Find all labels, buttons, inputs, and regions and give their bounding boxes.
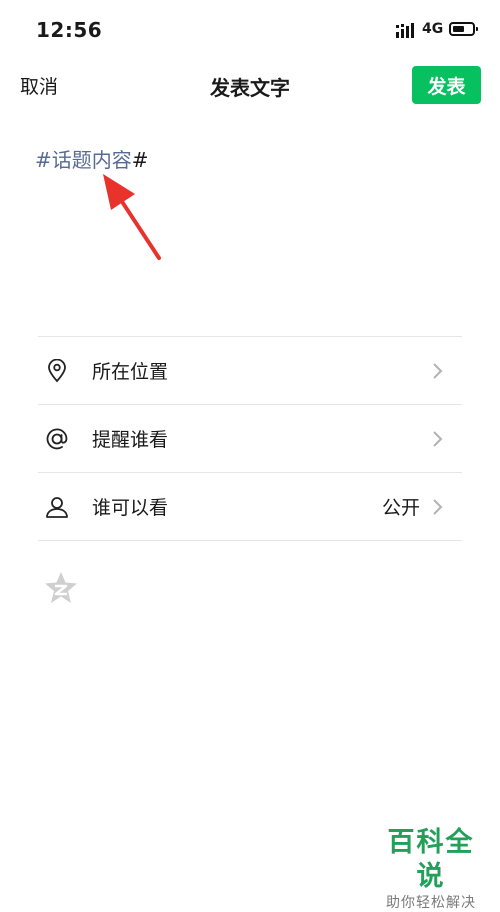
options-list: 所在位置 提醒谁看 谁可以看 公开 [38,336,462,541]
chevron-right-icon [433,498,443,515]
option-label: 提醒谁看 [92,429,169,451]
status-bar: 12:56 4G [0,0,500,60]
nav-bar: 取消 发表文字 发表 [0,60,500,110]
star-badge-icon[interactable] [44,571,78,605]
red-arrow-icon [103,174,161,260]
topic-tag: #话题内容 [35,148,132,172]
network-type: 4G [422,21,444,37]
visibility-value: 公开 [381,497,420,519]
option-remind[interactable]: 提醒谁看 [38,405,462,472]
topic-hash-end: # [131,148,149,172]
option-visibility[interactable]: 谁可以看 公开 [38,473,462,540]
watermark-subtitle: 助你轻松解决 [386,895,476,911]
option-label: 谁可以看 [92,497,169,519]
divider [38,540,462,541]
compose-text-area[interactable]: #话题内容# [35,144,149,173]
location-pin-icon [44,358,70,384]
status-time: 12:56 [36,18,103,42]
watermark-title: 百科全说 [387,827,475,892]
publish-button[interactable]: 发表 [412,66,481,104]
option-location[interactable]: 所在位置 [38,337,462,404]
cellular-signal-icon [396,23,414,38]
at-sign-icon [44,426,70,452]
chevron-right-icon [433,430,443,447]
chevron-right-icon [433,362,443,379]
battery-icon [449,22,478,36]
watermark-logo: 百科全说 助你轻松解决 [376,826,486,912]
option-label: 所在位置 [92,361,169,383]
person-icon [44,494,70,520]
